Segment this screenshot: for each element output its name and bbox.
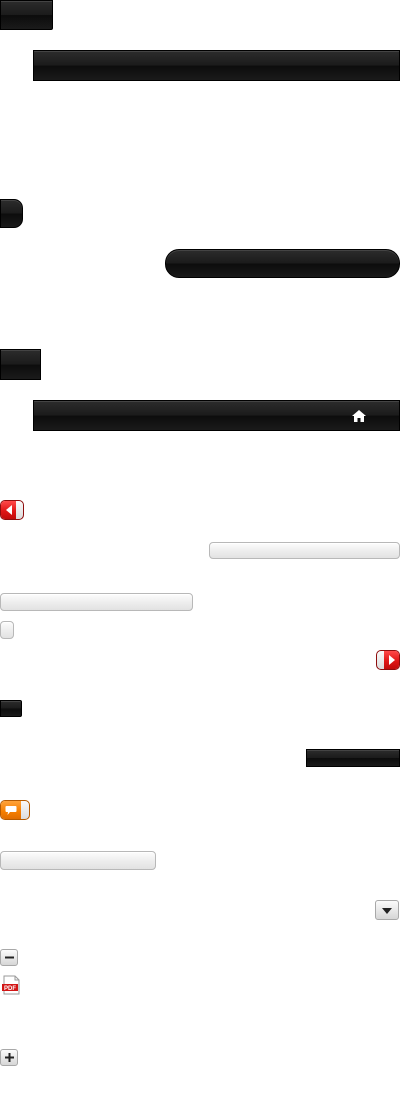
pdf-icon[interactable]: PDF <box>0 975 22 995</box>
add-button[interactable] <box>0 1049 18 1066</box>
dark-small-square[interactable] <box>0 700 22 717</box>
dark-bar-right[interactable] <box>306 749 400 767</box>
dark-tab-small[interactable] <box>0 0 53 30</box>
forward-button[interactable] <box>376 650 400 670</box>
home-icon[interactable] <box>351 409 367 423</box>
minus-icon <box>4 949 14 967</box>
arrow-left-icon <box>1 501 16 519</box>
dropdown-button[interactable] <box>375 900 399 920</box>
dark-pill-field[interactable] <box>165 249 400 278</box>
comment-button[interactable] <box>0 800 30 820</box>
dark-round-button[interactable] <box>0 199 23 228</box>
pdf-badge-text: PDF <box>4 986 16 992</box>
triangle-down-icon <box>382 901 392 919</box>
remove-button[interactable] <box>0 949 18 966</box>
light-square-button[interactable] <box>0 621 14 639</box>
arrow-right-icon <box>384 651 399 669</box>
light-field-right[interactable] <box>209 542 400 559</box>
plus-icon <box>4 1049 14 1067</box>
speech-bubble-icon <box>1 801 21 819</box>
back-button[interactable] <box>0 500 24 520</box>
dark-tab-square[interactable] <box>0 349 41 380</box>
light-field-medium[interactable] <box>0 851 156 870</box>
dark-toolbar-wide <box>33 50 400 81</box>
dark-toolbar-home <box>33 400 400 431</box>
light-field-left[interactable] <box>0 593 193 611</box>
